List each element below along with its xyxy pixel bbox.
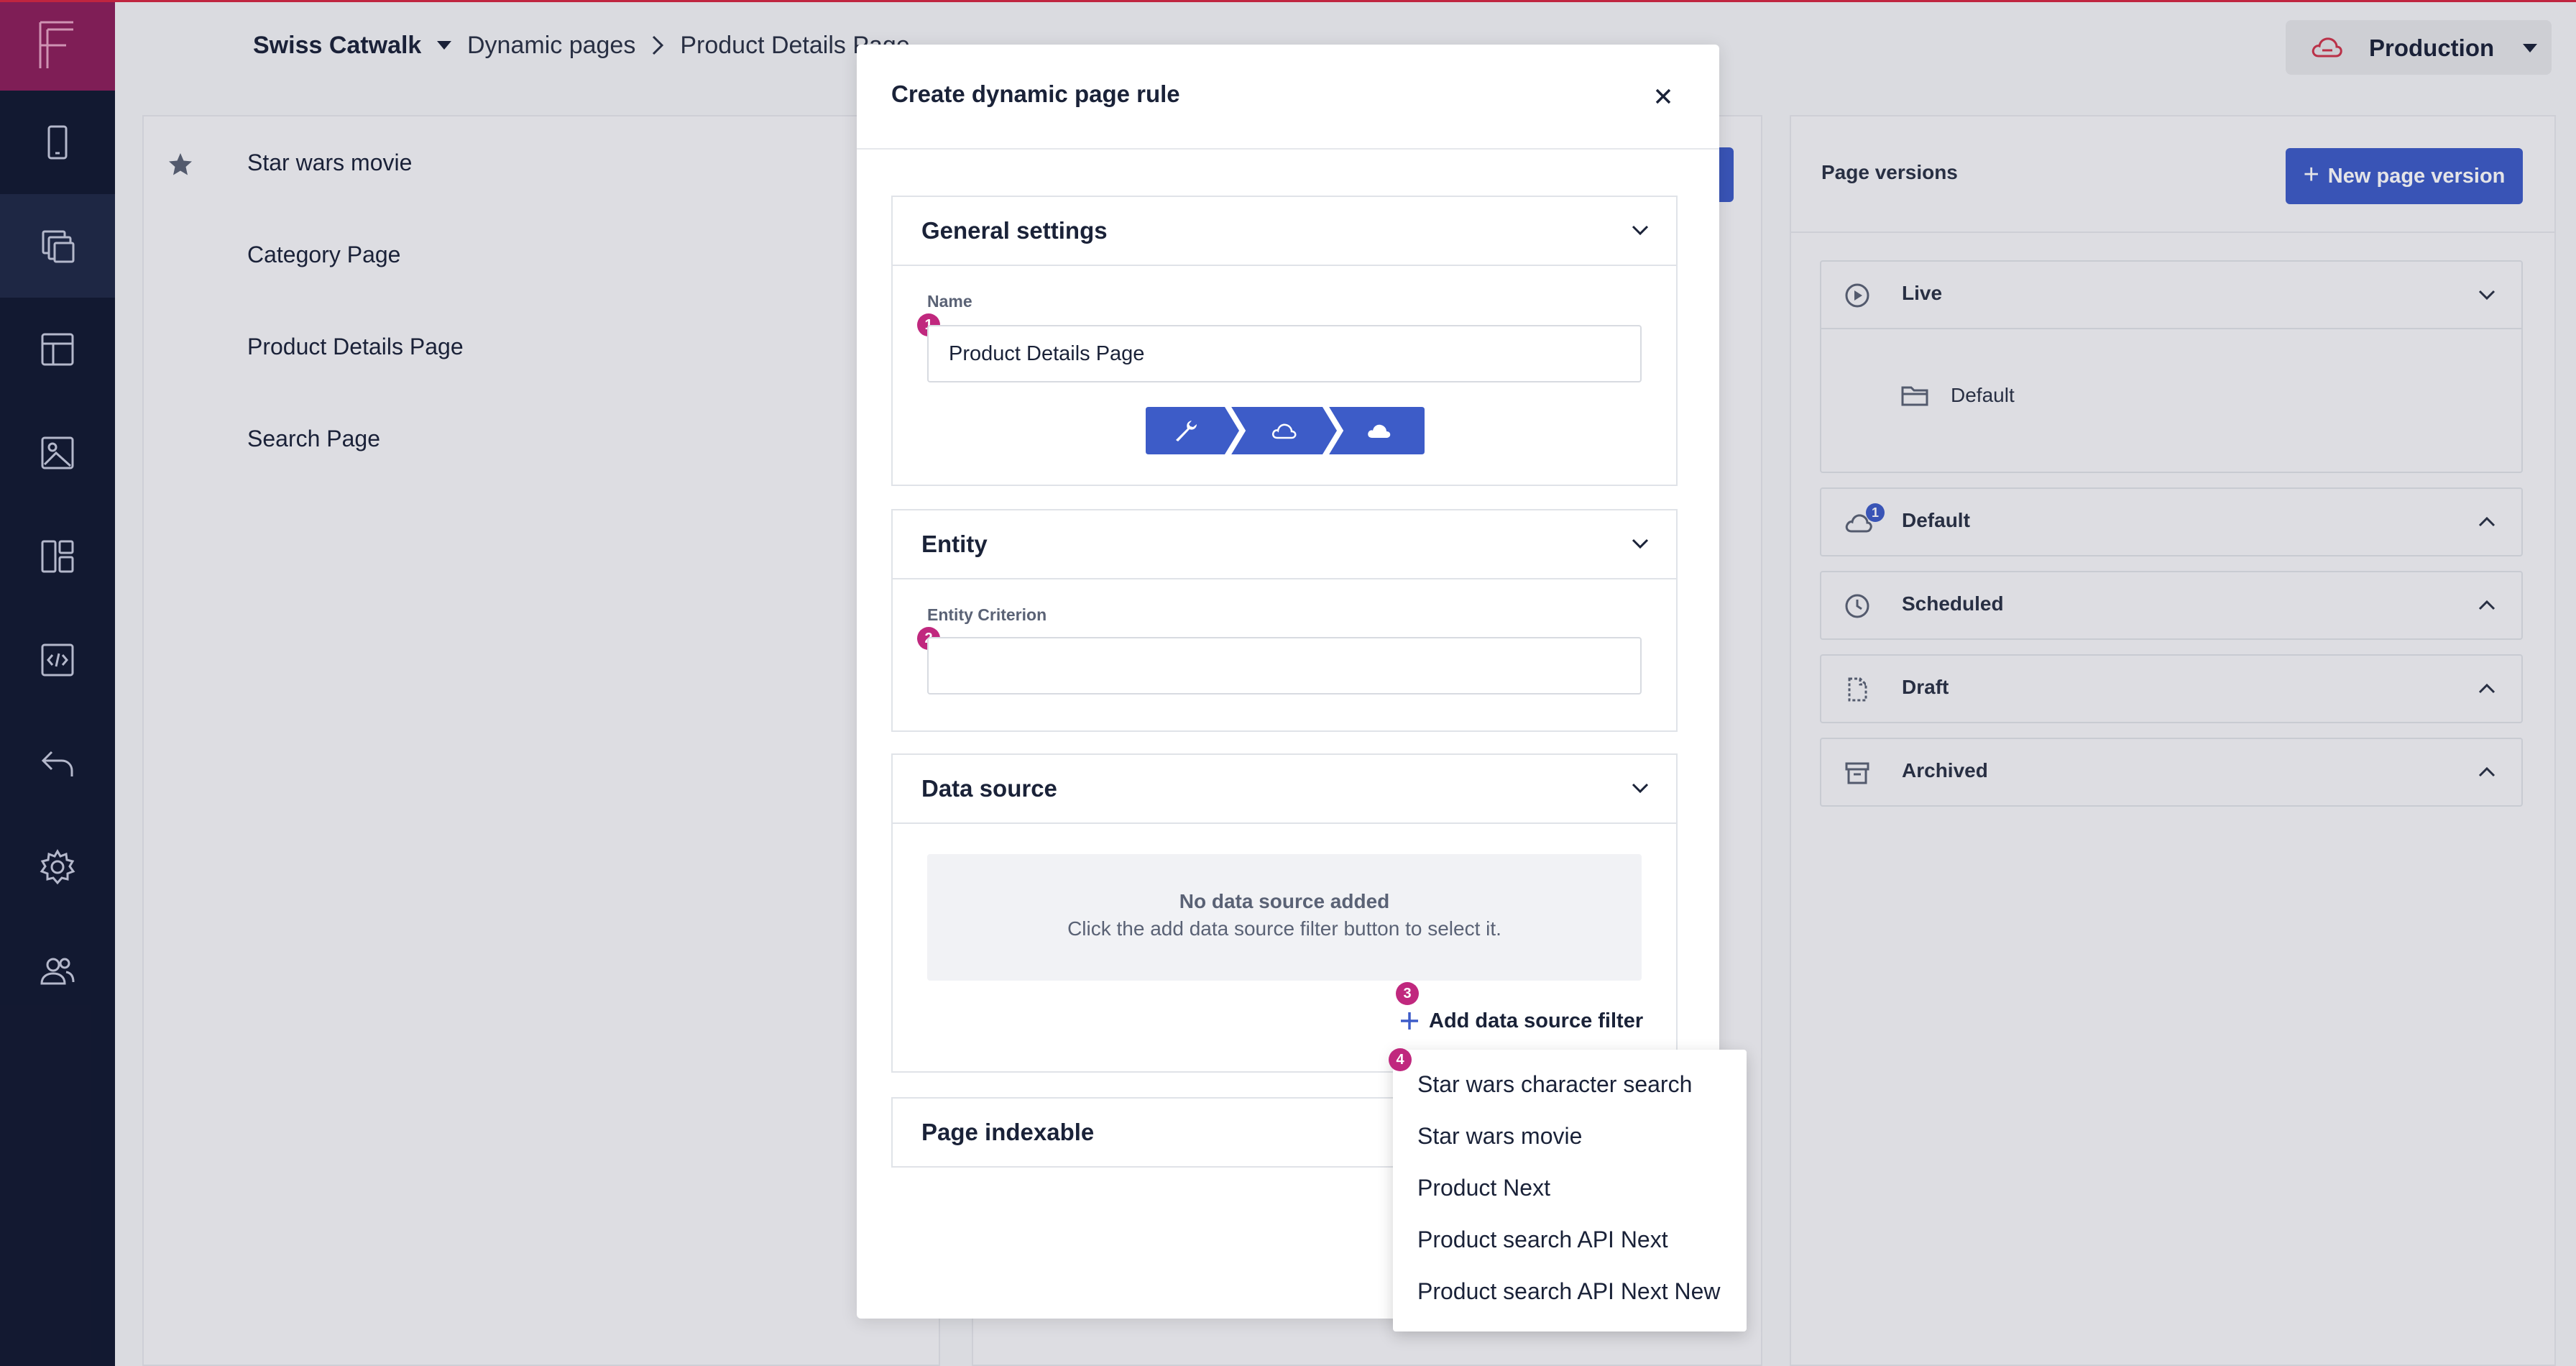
chevron-down-icon [1632,225,1649,236]
cloud-filled-icon [1368,424,1391,438]
top-accent-line [0,0,2576,2]
general-settings-body: Name 1 Product Details Page [893,266,1676,486]
modal-header: Create dynamic page rule [857,45,1719,150]
general-settings-header[interactable]: General settings [893,197,1676,266]
plus-icon [1401,1012,1418,1030]
dropdown-item[interactable]: Product Next [1417,1175,1550,1201]
dropdown-item[interactable]: Product search API Next New [1417,1278,1721,1305]
data-source-section: Data source No data source added Click t… [891,753,1678,1073]
section-title: General settings [921,217,1108,244]
dropdown-item[interactable]: Star wars character search [1417,1071,1692,1098]
section-title: Page indexable [921,1119,1095,1145]
modal-title: Create dynamic page rule [891,81,1180,107]
chevron-down-icon [1632,538,1649,549]
chevron-down-icon [1632,783,1649,794]
general-settings-section: General settings Name 1 Product Details … [891,196,1678,486]
entity-criterion-label: Entity Criterion [927,605,1047,624]
add-data-source-filter-label: Add data source filter [1429,1009,1644,1032]
entity-section: Entity Entity Criterion 2 [891,509,1678,732]
data-source-header[interactable]: Data source [893,755,1676,824]
entity-body: Entity Criterion 2 [893,579,1676,732]
stage-production[interactable] [1328,407,1425,454]
cloud-outline-icon [1271,423,1297,439]
empty-state-title: No data source added [1179,890,1390,912]
add-data-source-filter-button[interactable]: Add data source filter [1399,1007,1643,1035]
data-source-dropdown: 4 Star wars character search Star wars m… [1389,1048,1747,1331]
stage-development[interactable] [1146,407,1239,454]
entity-criterion-input[interactable] [927,637,1642,695]
empty-state-description: Click the add data source filter button … [1067,917,1501,940]
empty-state: No data source added Click the add data … [927,854,1642,981]
name-label: Name [927,292,972,311]
step-marker: 4 [1389,1048,1412,1071]
section-title: Data source [921,775,1057,802]
entity-header[interactable]: Entity [893,510,1676,579]
close-button[interactable] [1644,78,1682,115]
data-source-body: No data source added Click the add data … [893,824,1676,1073]
dropdown-item[interactable]: Product search API Next [1417,1227,1668,1253]
stage-selector [1146,407,1425,454]
stage-staging[interactable] [1230,407,1337,454]
section-title: Entity [921,531,988,557]
dropdown-item[interactable]: Star wars movie [1417,1123,1582,1150]
close-icon [1655,88,1671,104]
name-input[interactable]: Product Details Page [927,325,1642,382]
wrench-icon [1176,421,1197,441]
step-marker: 3 [1396,982,1419,1005]
